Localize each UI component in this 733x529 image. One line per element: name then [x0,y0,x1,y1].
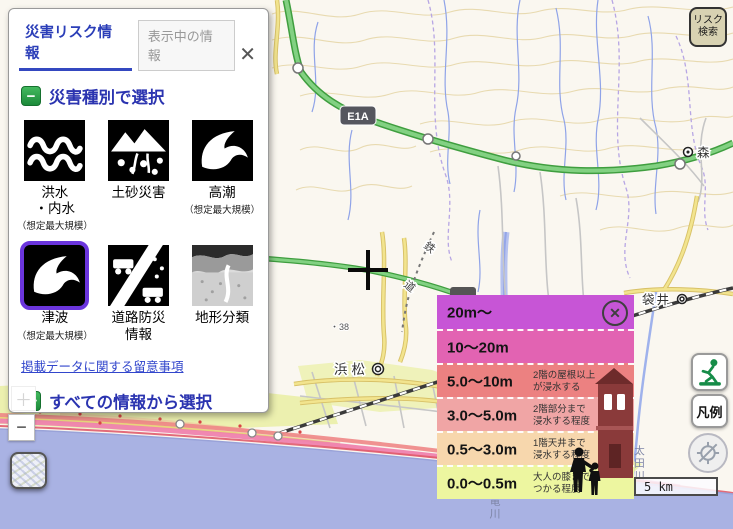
disaster-item-flood[interactable]: 洪水 ・内水 （想定最大規模） [17,120,93,232]
tab-displayed-info[interactable]: 表示中の情報 [138,20,235,71]
legend-toggle-button[interactable]: 凡例 [691,394,728,428]
legend-range: 20m～ [447,302,492,323]
disaster-item-tsunami[interactable]: 津波 （想定最大規模） [17,245,93,343]
tsunami-depth-legend: 20m～ ✕ 10～20m 5.0～10m 2階の屋根以上 が浸水する 3.0～… [437,295,634,500]
storm-surge-icon [192,120,253,181]
current-location-button[interactable] [688,433,728,473]
zoom-out-button[interactable]: − [8,414,35,441]
panel-tabbar: 災害リスク情報 表示中の情報 ✕ [9,9,268,71]
zoom-in-button[interactable]: ＋ [11,386,36,411]
legend-close-button[interactable]: ✕ [602,300,628,326]
legend-range: 5.0～10m [447,371,513,392]
disaster-item-label: 津波 [17,310,93,326]
legend-range: 3.0～5.0m [447,405,517,426]
legend-desc: 2階部分まで 浸水する程度 [533,404,590,429]
legend-row: 10～20m [437,329,634,363]
landslide-icon [108,120,169,181]
tab-disaster-risk-info[interactable]: 災害リスク情報 [19,17,132,71]
panel-close-button[interactable]: ✕ [235,42,260,71]
disaster-item-sub: （想定最大規模） [17,218,93,232]
legend-desc: 2階の屋根以上 が浸水する [533,370,595,395]
disaster-item-label: 地形分類 [192,310,253,326]
disaster-item-label: 高潮 [184,185,260,201]
collapse-icon[interactable]: − [21,86,41,106]
landform-icon [192,245,253,306]
disaster-item-label: 道路防災 情報 [108,310,169,342]
disaster-item-sub: （想定最大規模） [17,328,93,342]
evacuation-person-icon [696,358,724,386]
disaster-item-sub: （想定最大規模） [184,202,260,216]
disaster-item-landform[interactable]: 地形分類 [192,245,253,343]
disaster-type-section-title: 災害種別で選択 [49,84,165,108]
e1a-badge: E1A [340,106,376,125]
legend-range: 0.0～0.5m [447,473,517,494]
svg-text:E1A: E1A [347,111,368,123]
disaster-info-panel: 災害リスク情報 表示中の情報 ✕ − 災害種別で選択 洪水 ・内水 （想定最大規… [8,8,269,413]
disaster-item-landslide[interactable]: 土砂災害 [108,120,169,232]
all-info-section-title: すべての情報から選択 [49,389,212,413]
disaster-type-grid: 洪水 ・内水 （想定最大規模） 土砂災害 高潮 （想定最大規模） [13,120,264,344]
evacuation-site-button[interactable] [691,353,728,391]
crosshair-location-icon [693,438,723,468]
all-info-section-header: ＋ すべての情報から選択 [21,389,268,413]
label-elevation: ・38 [330,322,349,332]
disaster-item-road-info[interactable]: 道路防災 情報 [108,245,169,343]
label-hamamatsu: 浜松 [334,362,369,377]
overview-map-button[interactable] [10,452,47,489]
label-mori: 森 [697,145,710,160]
legend-range: 10～20m [447,337,509,358]
disaster-item-label: 洪水 ・内水 [17,185,93,217]
label-fukuroi: 袋井 [642,293,671,307]
road-disaster-icon [108,245,169,306]
tsunami-icon [24,245,85,306]
scale-label: 5 km [644,480,673,494]
disaster-item-storm-surge[interactable]: 高潮 （想定最大規模） [184,120,260,232]
risk-search-button[interactable]: リスク 検索 [689,7,727,47]
data-notice-link[interactable]: 掲載データに関する留意事項 [21,356,184,375]
scale-bar: 5 km [634,477,718,496]
disaster-type-section-header: − 災害種別で選択 [21,84,268,108]
disaster-item-label: 土砂災害 [108,185,169,201]
people-illustration [570,447,602,497]
legend-row: 20m～ ✕ [437,295,634,329]
flood-icon [24,120,85,181]
legend-range: 0.5～3.0m [447,439,517,460]
